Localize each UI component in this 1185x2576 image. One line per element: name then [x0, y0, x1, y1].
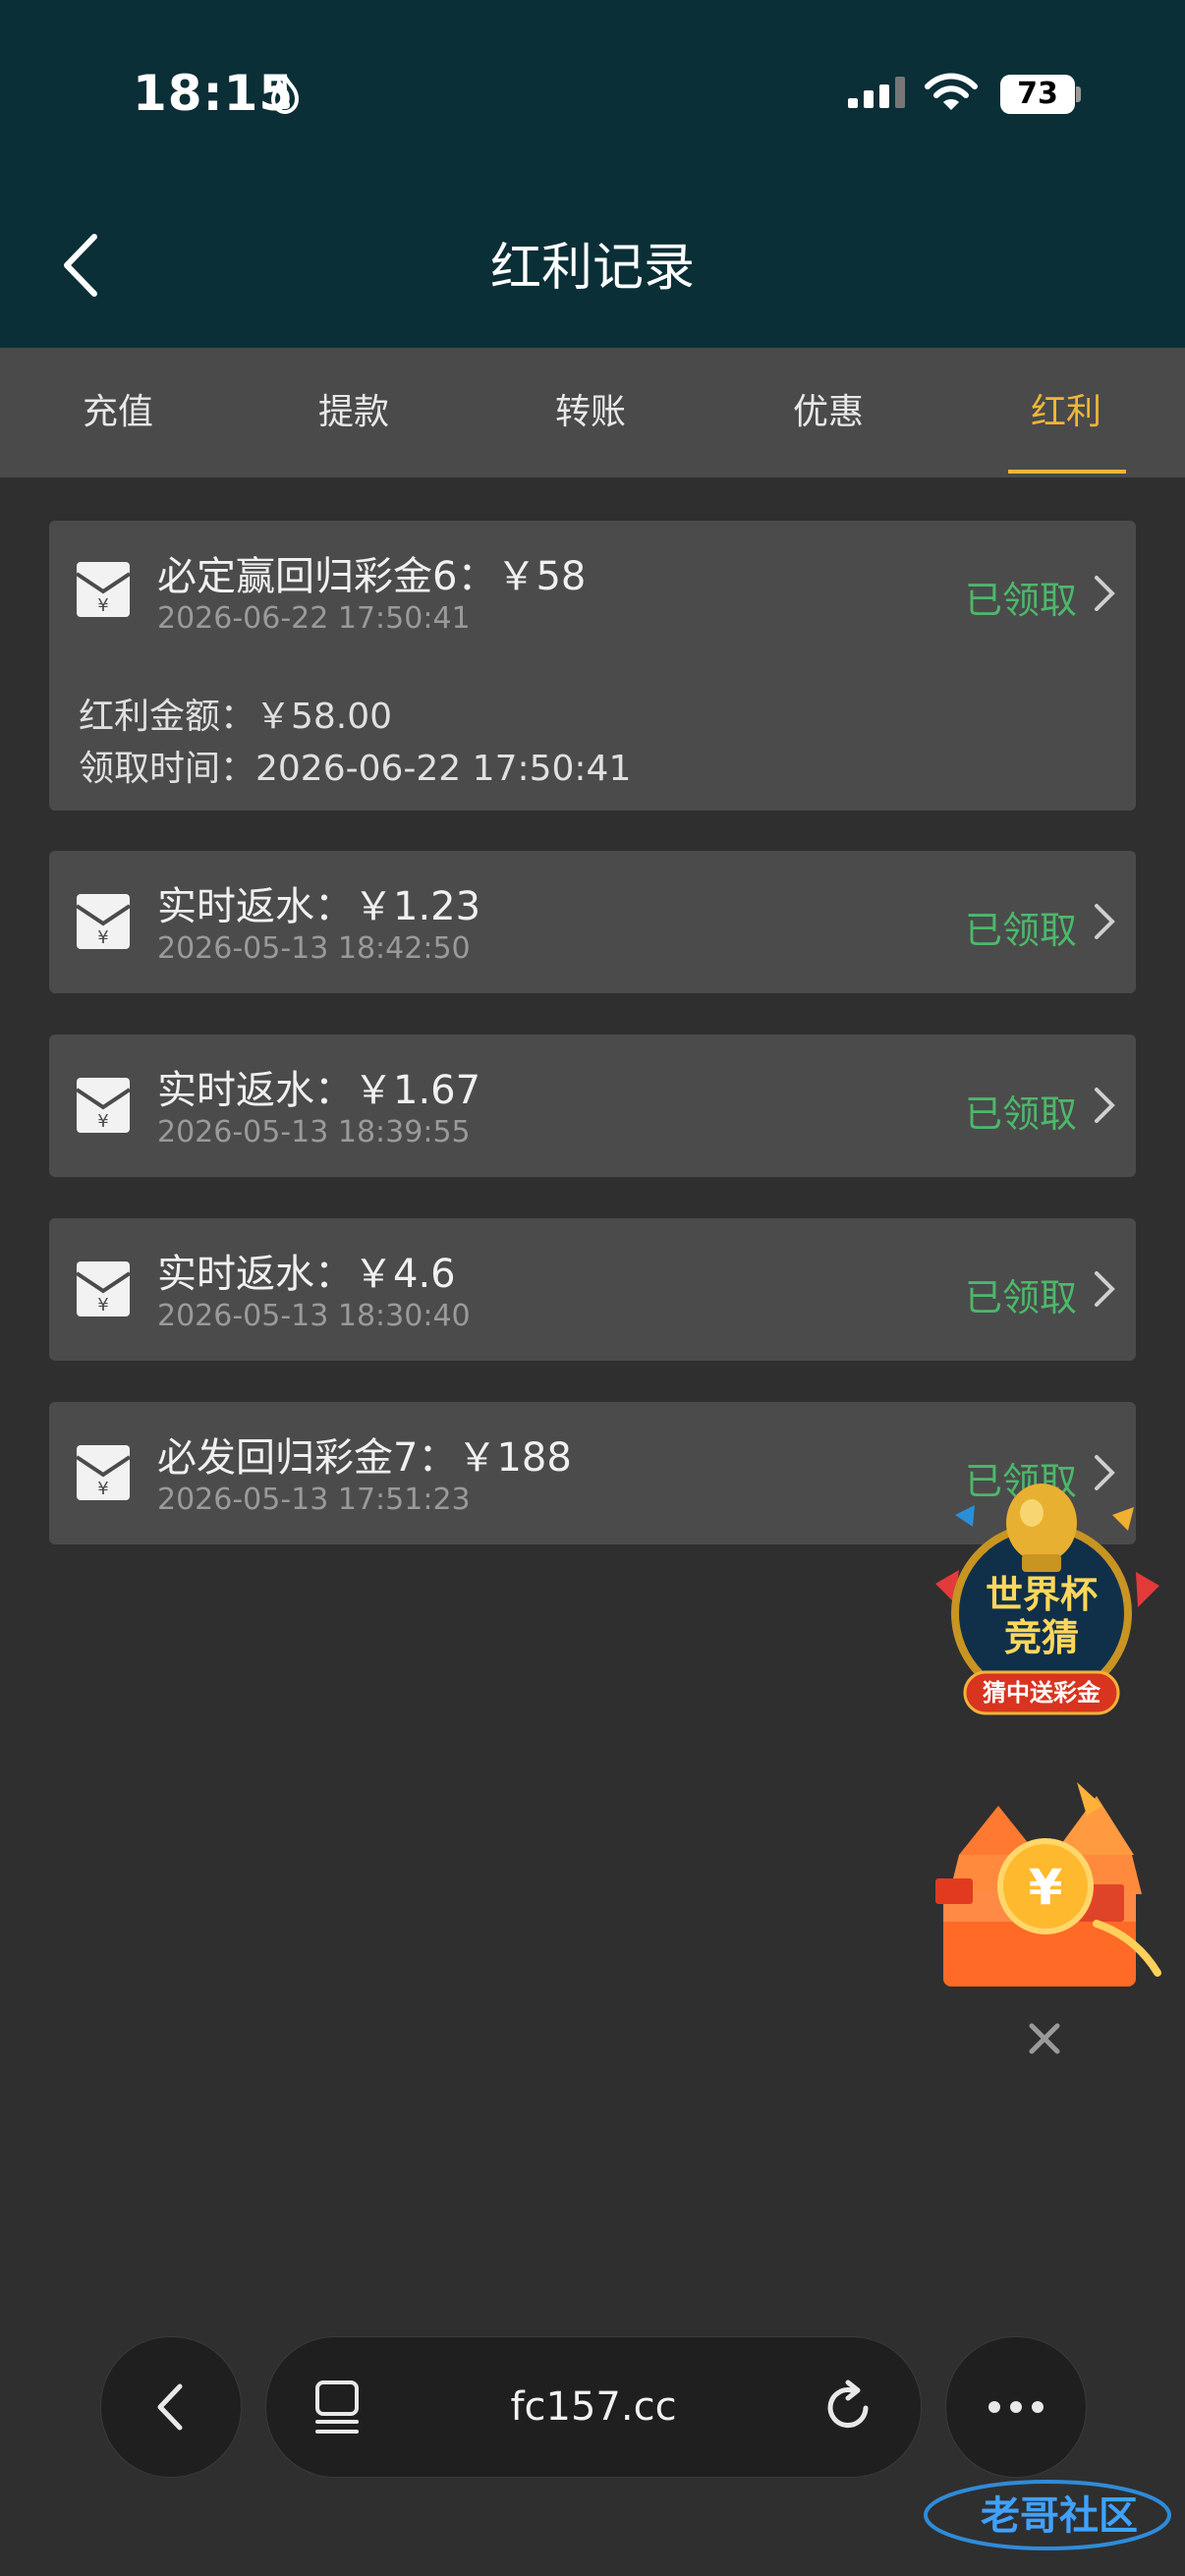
signal-icon [848, 77, 905, 108]
svg-text:¥: ¥ [97, 927, 108, 948]
record-status: 已领取 [964, 1092, 1077, 1136]
record-date: 2026-05-13 17:51:23 [157, 1483, 471, 1517]
svg-text:¥: ¥ [97, 1295, 108, 1316]
wifi-icon [925, 73, 978, 110]
tab-transfer[interactable]: 转账 [492, 348, 689, 477]
record-status: 已领取 [964, 1276, 1077, 1319]
svg-text:¥: ¥ [1029, 1859, 1063, 1916]
active-tab-indicator [1008, 470, 1126, 474]
battery-indicator: 73 [1000, 75, 1075, 114]
record-date: 2026-06-22 17:50:41 [157, 601, 471, 636]
tab-bonus[interactable]: 红利 [968, 348, 1164, 477]
reload-icon[interactable] [822, 2379, 877, 2436]
gift-box-promo[interactable]: ¥ [930, 1776, 1161, 1994]
battery-tip [1076, 86, 1081, 102]
watermark-logo: 老哥社区 [924, 2480, 1171, 2550]
bonus-record-card[interactable]: ¥ 实时返水：￥4.6 2026-05-13 18:30:40 已领取 [49, 1218, 1136, 1361]
nav-bar: 红利记录 [0, 187, 1185, 348]
more-icon [988, 2401, 1044, 2413]
envelope-yen-icon: ¥ [77, 1078, 130, 1133]
address-bar[interactable]: fc157.cc [265, 2336, 922, 2478]
svg-text:¥: ¥ [97, 1479, 108, 1499]
svg-text:¥: ¥ [97, 595, 108, 616]
chevron-right-icon [1095, 576, 1115, 611]
worldcup-badge-text: 猜中送彩金 [982, 1679, 1101, 1707]
record-title: 必发回归彩金7：￥188 [157, 1435, 572, 1481]
svg-text:老哥社区: 老哥社区 [981, 2493, 1138, 2539]
tab-promotion[interactable]: 优惠 [730, 348, 927, 477]
envelope-yen-icon: ¥ [77, 1445, 130, 1500]
envelope-yen-icon: ¥ [77, 562, 130, 617]
record-date: 2026-05-13 18:39:55 [157, 1115, 471, 1149]
record-date: 2026-05-13 18:30:40 [157, 1299, 471, 1333]
more-menu-button[interactable] [945, 2336, 1087, 2478]
record-date: 2026-05-13 18:42:50 [157, 931, 471, 966]
envelope-yen-icon: ¥ [77, 894, 130, 949]
worldcup-title-2: 竞猜 [1004, 1616, 1079, 1659]
record-tabs: 充值 提款 转账 优惠 红利 [0, 348, 1185, 477]
browser-back-button[interactable] [100, 2336, 242, 2478]
record-title: 实时返水：￥1.23 [157, 884, 481, 929]
record-title: 必定赢回归彩金6：￥58 [157, 554, 587, 599]
bonus-record-card[interactable]: ¥ 实时返水：￥1.23 2026-05-13 18:42:50 已领取 [49, 851, 1136, 993]
flame-icon [270, 75, 300, 114]
tab-deposit[interactable]: 充值 [20, 348, 216, 477]
bonus-amount: 红利金额：￥58.00 [79, 697, 393, 737]
bonus-record-card[interactable]: ¥ 实时返水：￥1.67 2026-05-13 18:39:55 已领取 [49, 1035, 1136, 1177]
chevron-right-icon [1095, 1271, 1115, 1307]
close-icon[interactable] [1022, 2016, 1067, 2061]
envelope-yen-icon: ¥ [77, 1261, 130, 1316]
record-status: 已领取 [964, 579, 1077, 622]
record-title: 实时返水：￥1.67 [157, 1068, 481, 1113]
record-status: 已领取 [964, 909, 1077, 952]
chevron-right-icon [1095, 1088, 1115, 1123]
tab-withdraw[interactable]: 提款 [255, 348, 452, 477]
status-bar: 18:15 73 [0, 0, 1185, 187]
record-title: 实时返水：￥4.6 [157, 1252, 456, 1297]
bonus-record-card[interactable]: ¥ 必定赢回归彩金6：￥58 2026-06-22 17:50:41 已领取 红… [49, 521, 1136, 811]
svg-text:¥: ¥ [97, 1111, 108, 1132]
page-title: 红利记录 [489, 239, 695, 298]
claim-time: 领取时间：2026-06-22 17:50:41 [79, 749, 632, 789]
worldcup-title-1: 世界杯 [986, 1573, 1098, 1616]
chevron-right-icon [1095, 904, 1115, 939]
worldcup-promo-badge[interactable]: 世界杯 竞猜 猜中送彩金 [916, 1476, 1167, 1721]
back-chevron-icon [157, 2383, 183, 2431]
